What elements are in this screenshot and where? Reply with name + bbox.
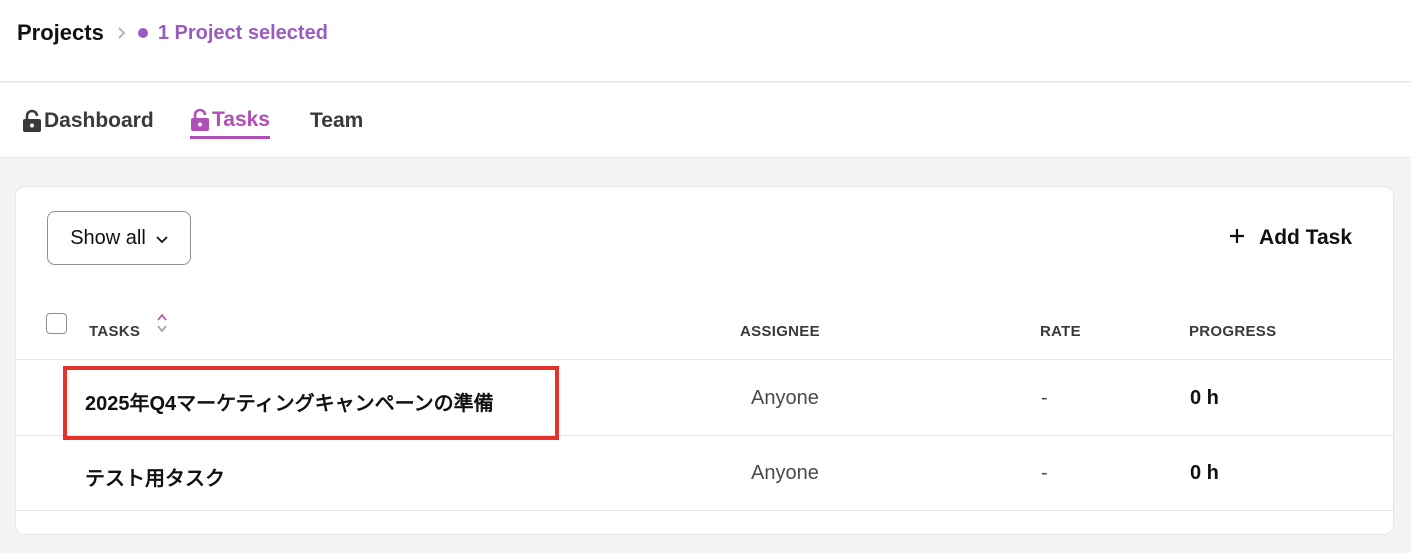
- task-assignee[interactable]: Anyone: [751, 462, 819, 485]
- task-assignee[interactable]: Anyone: [751, 387, 819, 410]
- table-header: TASKS ASSIGNEE RATE PROGRESS: [16, 297, 1393, 360]
- breadcrumb-projects-link[interactable]: Projects: [17, 20, 104, 46]
- top-bar: Projects 1 Project selected: [0, 0, 1411, 82]
- task-rate: -: [1041, 462, 1048, 484]
- select-all-checkbox[interactable]: [46, 313, 67, 334]
- sort-icon[interactable]: [156, 312, 168, 339]
- task-rate: -: [1041, 387, 1048, 409]
- tab-dashboard-label: Dashboard: [44, 109, 154, 132]
- show-all-dropdown[interactable]: Show all: [47, 211, 191, 265]
- plus-icon: [1229, 226, 1245, 250]
- column-header-tasks[interactable]: TASKS: [89, 323, 140, 340]
- lock-icon: [190, 108, 210, 132]
- tasks-card: Show all Add Task TASKS ASSIGNEE RATE PR…: [15, 186, 1394, 535]
- breadcrumb: Projects 1 Project selected: [17, 18, 328, 48]
- task-name[interactable]: テスト用タスク: [85, 462, 225, 491]
- task-name[interactable]: 2025年Q4マーケティングキャンペーンの準備: [85, 387, 494, 416]
- column-header-progress: PROGRESS: [1189, 323, 1277, 340]
- chevron-right-icon: [116, 26, 126, 40]
- tab-dashboard[interactable]: Dashboard: [22, 103, 154, 139]
- add-task-label: Add Task: [1259, 226, 1352, 249]
- selection-dot-icon: [137, 28, 148, 38]
- column-header-assignee: ASSIGNEE: [740, 323, 820, 340]
- filter-label: Show all: [70, 226, 146, 249]
- table-row[interactable]: テスト用タスク Anyone - 0 h: [16, 436, 1393, 511]
- table-row[interactable]: 2025年Q4マーケティングキャンペーンの準備 Anyone - 0 h: [16, 361, 1393, 436]
- task-progress: 0 h: [1190, 387, 1219, 409]
- tab-team[interactable]: Team: [310, 103, 363, 139]
- tab-tasks[interactable]: Tasks: [190, 103, 270, 139]
- tab-team-label: Team: [310, 109, 364, 132]
- chevron-down-icon: [156, 227, 168, 250]
- breadcrumb-current[interactable]: 1 Project selected: [158, 22, 328, 45]
- tab-bar: Dashboard Tasks Team: [0, 83, 1411, 158]
- lock-icon: [22, 109, 42, 133]
- tab-tasks-label: Tasks: [212, 107, 270, 131]
- task-progress: 0 h: [1190, 462, 1219, 484]
- column-header-rate: RATE: [1040, 323, 1081, 340]
- add-task-button[interactable]: Add Task: [1229, 223, 1352, 253]
